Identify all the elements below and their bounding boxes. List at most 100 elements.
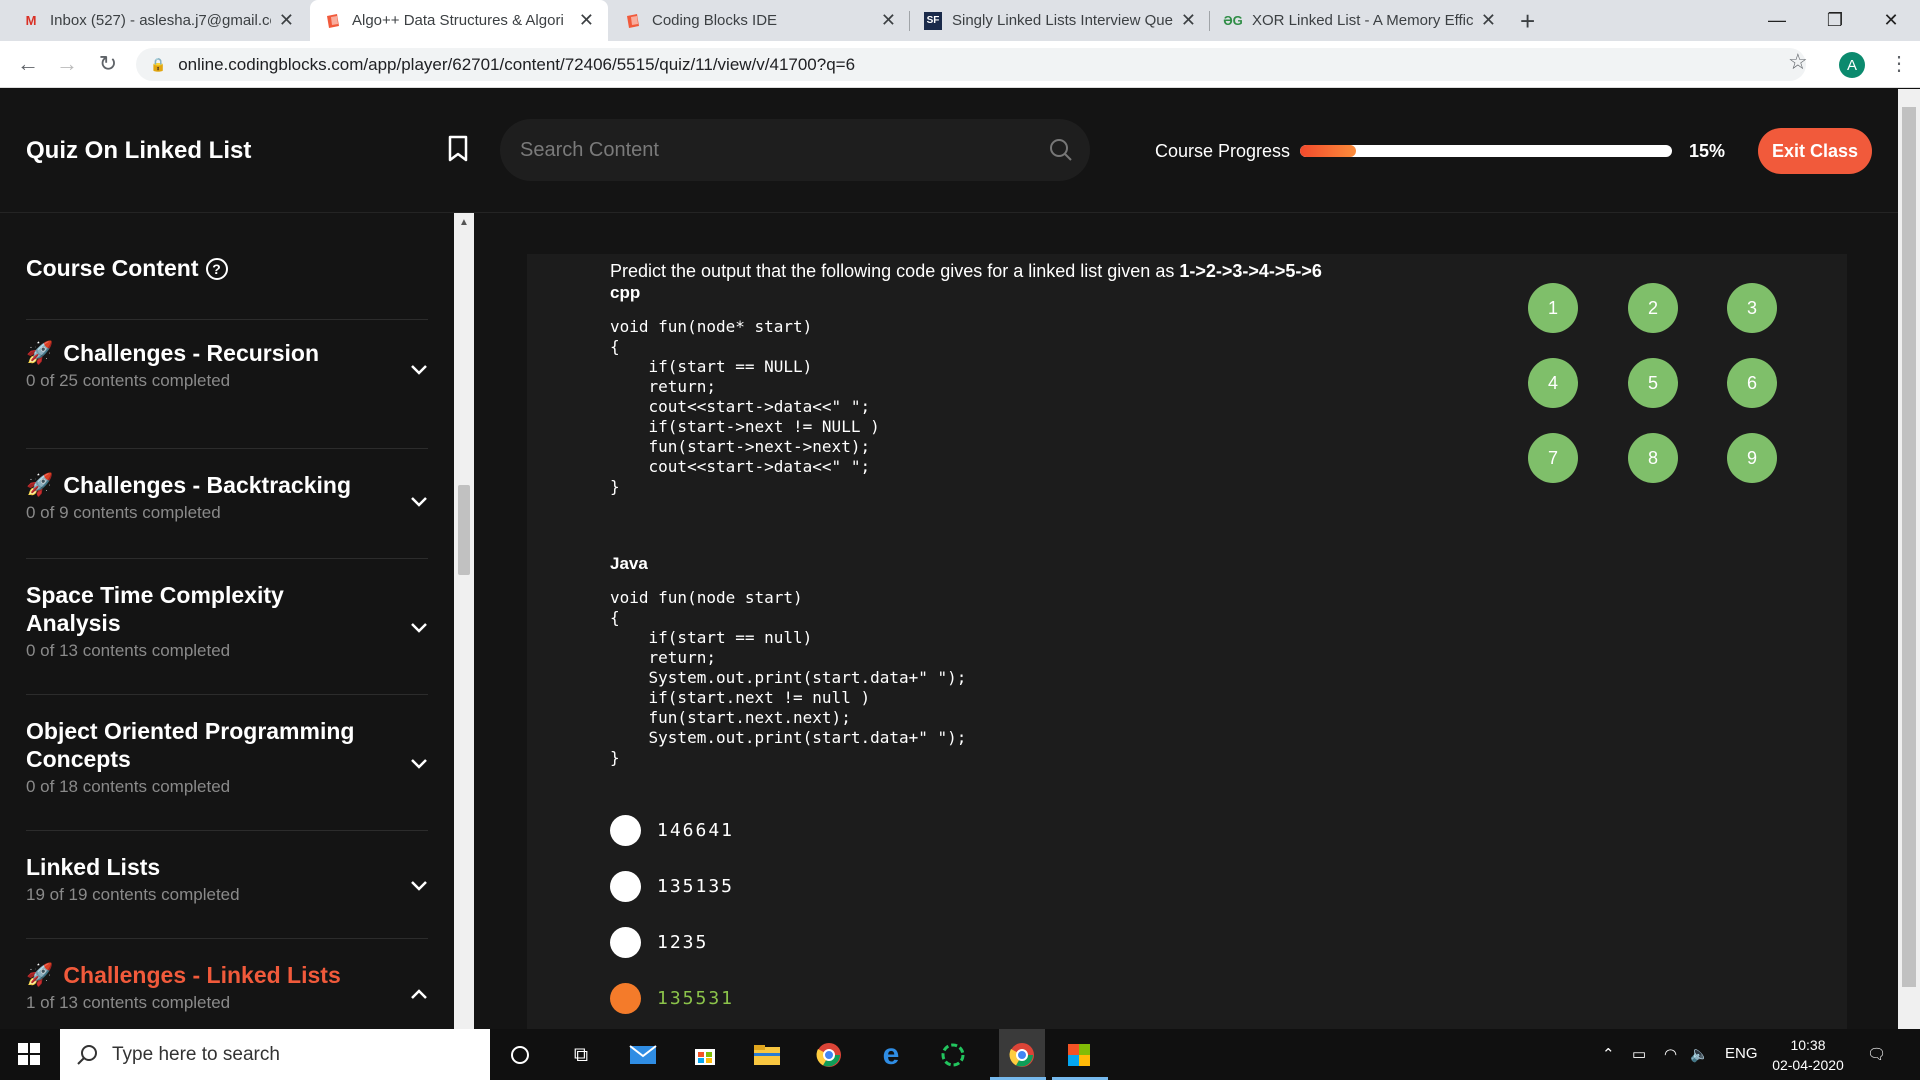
tab-gmail[interactable]: M Inbox (527) - aslesha.j7@gmail.co ✕ xyxy=(8,0,308,41)
radio-button-selected[interactable] xyxy=(610,983,641,1014)
office-icon[interactable] xyxy=(1063,1039,1095,1071)
chrome-icon[interactable] xyxy=(813,1039,845,1071)
tray-chevron-up-icon[interactable]: ⌃ xyxy=(1602,1045,1615,1063)
sidebar-section-challenges-linked-lists[interactable]: 🚀 Challenges - Linked Lists 1 of 13 conte… xyxy=(26,939,428,1029)
scrollbar-thumb[interactable] xyxy=(1902,107,1916,987)
reload-button[interactable]: ↻ xyxy=(92,48,124,80)
help-icon[interactable]: ? xyxy=(205,257,228,280)
answer-option-selected[interactable]: 135531 xyxy=(610,983,734,1014)
browser-menu-icon[interactable]: ⋮ xyxy=(1889,51,1909,76)
prompt-text: Predict the output that the following co… xyxy=(610,261,1180,281)
sidebar-section-backtracking[interactable]: 🚀 Challenges - Backtracking 0 of 9 conten… xyxy=(26,449,428,559)
store-icon[interactable] xyxy=(689,1039,721,1071)
sidebar-section-oop[interactable]: Object Oriented Programming Concepts 0 o… xyxy=(26,695,428,831)
codingblocks-icon xyxy=(624,12,642,30)
tab-sf[interactable]: SF Singly Linked Lists Interview Que ✕ xyxy=(910,0,1210,41)
progress-fill xyxy=(1300,145,1356,157)
radio-button[interactable] xyxy=(610,815,641,846)
volume-icon[interactable]: 🔈 xyxy=(1690,1045,1709,1063)
system-clock[interactable]: 10:38 02-04-2020 xyxy=(1768,1035,1848,1075)
answer-option[interactable]: 146641 xyxy=(610,815,734,846)
scrollbar-thumb[interactable] xyxy=(458,485,470,575)
cpp-code-block: void fun(node* start) { if(start == NULL… xyxy=(610,317,880,496)
chevron-down-icon[interactable] xyxy=(410,621,428,639)
new-tab-button[interactable]: + xyxy=(1520,6,1535,37)
question-number-5[interactable]: 5 xyxy=(1628,358,1678,408)
radio-button[interactable] xyxy=(610,927,641,958)
language-indicator[interactable]: ENG xyxy=(1725,1045,1758,1062)
search-input[interactable] xyxy=(520,119,1020,181)
tab-gfg[interactable]: ƏG XOR Linked List - A Memory Effic ✕ xyxy=(1210,0,1510,41)
windows-taskbar: Type here to search ⧉ e ⌃ ▭ ◠ 🔈 ENG 10:3… xyxy=(0,1029,1920,1080)
answer-option[interactable]: 135135 xyxy=(610,871,734,902)
cortana-icon[interactable] xyxy=(504,1039,536,1071)
answer-option[interactable]: 1235 xyxy=(610,927,708,958)
restore-button[interactable]: ❐ xyxy=(1806,0,1864,41)
close-tab-icon[interactable]: ✕ xyxy=(1181,10,1196,31)
chevron-down-icon[interactable] xyxy=(410,495,428,513)
wifi-icon[interactable]: ◠ xyxy=(1664,1045,1677,1063)
divider xyxy=(26,319,428,320)
sidebar-section-recursion[interactable]: 🚀 Challenges - Recursion 0 of 25 contents… xyxy=(26,339,428,449)
exit-class-button[interactable]: Exit Class xyxy=(1758,128,1872,174)
question-number-2[interactable]: 2 xyxy=(1628,283,1678,333)
tab-algo[interactable]: Algo++ Data Structures & Algori ✕ xyxy=(310,0,608,41)
section-progress: 0 of 13 contents completed xyxy=(26,641,231,660)
question-number-6[interactable]: 6 xyxy=(1727,358,1777,408)
tab-title: Inbox (527) - aslesha.j7@gmail.co xyxy=(50,12,271,29)
edge-icon[interactable]: e xyxy=(875,1038,907,1071)
task-view-icon[interactable]: ⧉ xyxy=(565,1039,597,1071)
page-scrollbar[interactable] xyxy=(1898,89,1920,1029)
mail-icon[interactable] xyxy=(627,1039,659,1071)
chevron-down-icon[interactable] xyxy=(410,757,428,775)
profile-avatar[interactable]: A xyxy=(1839,52,1865,78)
minimize-button[interactable]: — xyxy=(1748,0,1806,41)
page-title: Quiz On Linked List xyxy=(26,137,252,164)
close-window-button[interactable]: ✕ xyxy=(1862,0,1920,41)
taskbar-search[interactable]: Type here to search xyxy=(60,1029,490,1080)
progress-bar xyxy=(1300,145,1672,157)
question-number-9[interactable]: 9 xyxy=(1727,433,1777,483)
radio-button[interactable] xyxy=(610,871,641,902)
geeksforgeeks-icon: ƏG xyxy=(1223,13,1243,28)
bookmark-star-icon[interactable]: ☆ xyxy=(1788,49,1808,75)
chevron-down-icon[interactable] xyxy=(410,363,428,381)
search-box xyxy=(500,119,1090,181)
chevron-down-icon[interactable] xyxy=(410,879,428,897)
file-explorer-icon[interactable] xyxy=(751,1039,783,1071)
address-bar[interactable]: 🔒 online.codingblocks.com/app/player/627… xyxy=(136,48,1806,81)
chevron-up-icon[interactable] xyxy=(410,987,428,1005)
sync-icon[interactable] xyxy=(937,1039,969,1071)
search-icon[interactable] xyxy=(1048,137,1074,168)
question-number-3[interactable]: 3 xyxy=(1727,283,1777,333)
chrome-profile-icon[interactable] xyxy=(999,1029,1045,1080)
sidebar-section-linked-lists[interactable]: Linked Lists 19 of 19 contents completed xyxy=(26,831,428,939)
rocket-icon: 🚀 xyxy=(26,340,54,365)
progress-label: Course Progress xyxy=(1155,141,1291,161)
windows-start-icon[interactable] xyxy=(18,1043,40,1065)
scroll-up-icon[interactable]: ▲ xyxy=(459,217,469,228)
battery-icon[interactable]: ▭ xyxy=(1632,1045,1646,1063)
back-button[interactable]: ← xyxy=(12,48,44,80)
close-tab-icon[interactable]: ✕ xyxy=(1481,10,1496,31)
sidebar-scrollbar[interactable]: ▲ xyxy=(454,213,474,1029)
question-number-4[interactable]: 4 xyxy=(1528,358,1578,408)
close-tab-icon[interactable]: ✕ xyxy=(279,10,294,31)
question-number-8[interactable]: 8 xyxy=(1628,433,1678,483)
section-progress: 0 of 25 contents completed xyxy=(26,371,231,390)
question-number-1[interactable]: 1 xyxy=(1528,283,1578,333)
close-tab-icon[interactable]: ✕ xyxy=(579,10,594,31)
url-text: online.codingblocks.com/app/player/62701… xyxy=(178,54,856,74)
notifications-icon[interactable]: 🗨 xyxy=(1867,1045,1886,1063)
section-title: Object Oriented Programming Concepts xyxy=(26,718,355,772)
sidebar-section-complexity[interactable]: Space Time Complexity Analysis 0 of 13 c… xyxy=(26,559,428,695)
bookmark-icon[interactable] xyxy=(446,135,470,168)
question-number-7[interactable]: 7 xyxy=(1528,433,1578,483)
section-title: Challenges - Backtracking xyxy=(63,472,352,498)
tab-ide[interactable]: Coding Blocks IDE ✕ xyxy=(610,0,910,41)
section-title: Linked Lists xyxy=(26,854,161,880)
progress-percent: 15% xyxy=(1689,141,1726,161)
forward-button[interactable]: → xyxy=(51,48,83,80)
search-icon xyxy=(77,1044,97,1065)
close-tab-icon[interactable]: ✕ xyxy=(881,10,896,31)
